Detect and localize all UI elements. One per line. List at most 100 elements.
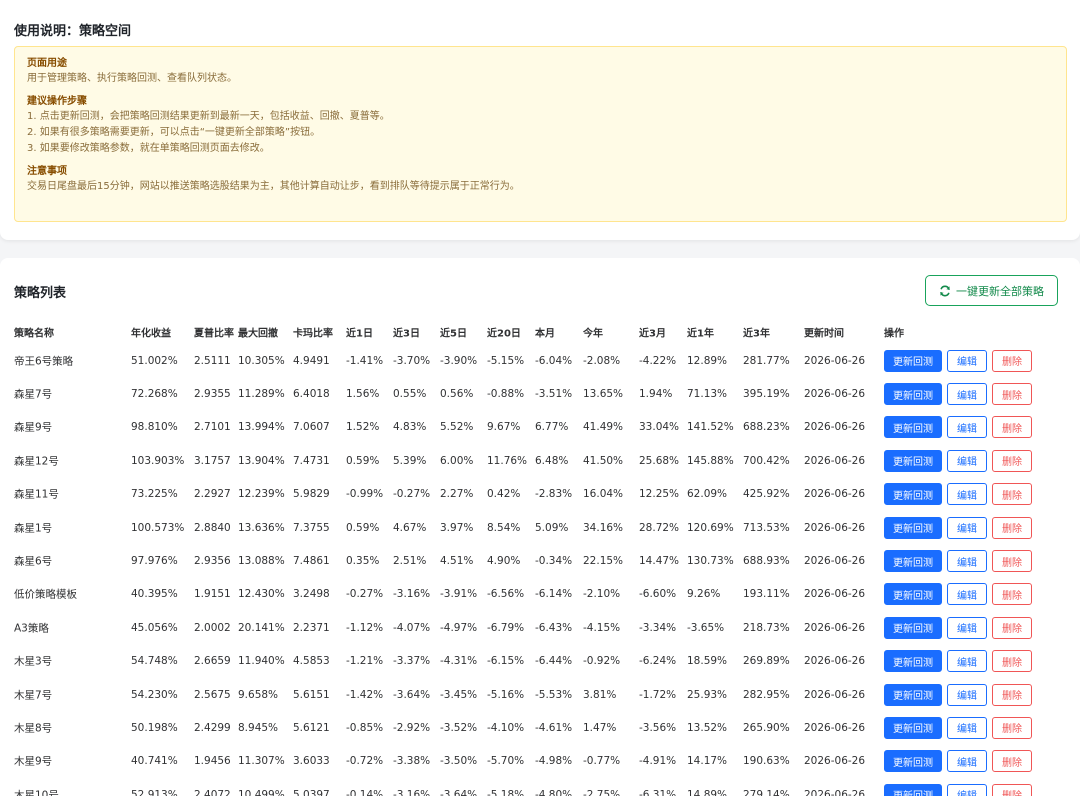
table-cell: 395.19%: [743, 388, 790, 401]
delete-button[interactable]: 删除: [992, 683, 1032, 706]
table-cell: 12.25%: [639, 488, 680, 501]
delete-button[interactable]: 删除: [992, 616, 1032, 639]
update-backtest-button[interactable]: 更新回测: [884, 516, 942, 539]
table-cell: 2.6659: [194, 655, 231, 668]
purpose-heading: 页面用途: [27, 58, 67, 69]
table-cell: 41.49%: [583, 421, 624, 434]
delete-button[interactable]: 删除: [992, 750, 1032, 773]
strategy-name: 森星6号: [14, 555, 53, 568]
table-cell: 279.14%: [743, 788, 790, 796]
update-backtest-button[interactable]: 更新回测: [884, 449, 942, 472]
edit-button[interactable]: 编辑: [947, 550, 987, 573]
table-cell: 10.305%: [238, 354, 285, 367]
edit-button[interactable]: 编辑: [947, 449, 987, 472]
update-backtest-button[interactable]: 更新回测: [884, 483, 942, 506]
column-header: 近3日: [393, 328, 420, 340]
update-backtest-button[interactable]: 更新回测: [884, 416, 942, 439]
update-backtest-button[interactable]: 更新回测: [884, 783, 942, 796]
table-cell: -5.70%: [487, 755, 525, 768]
update-backtest-button[interactable]: 更新回测: [884, 650, 942, 673]
edit-button[interactable]: 编辑: [947, 616, 987, 639]
edit-button[interactable]: 编辑: [947, 583, 987, 606]
update-backtest-button[interactable]: 更新回测: [884, 616, 942, 639]
table-cell: 6.48%: [535, 454, 569, 467]
table-cell: 20.141%: [238, 621, 285, 634]
table-cell: 265.90%: [743, 721, 790, 734]
table-cell: 3.1757: [194, 454, 231, 467]
delete-button[interactable]: 删除: [992, 550, 1032, 573]
delete-button[interactable]: 删除: [992, 716, 1032, 739]
table-cell: -6.56%: [487, 588, 525, 601]
table-cell: 97.976%: [131, 555, 178, 568]
table-cell: 12.430%: [238, 588, 285, 601]
edit-button[interactable]: 编辑: [947, 483, 987, 506]
table-cell: -0.77%: [583, 755, 621, 768]
delete-button[interactable]: 删除: [992, 483, 1032, 506]
table-cell: 13.636%: [238, 521, 285, 534]
edit-button[interactable]: 编辑: [947, 416, 987, 439]
table-cell: -0.27%: [393, 488, 431, 501]
edit-button[interactable]: 编辑: [947, 716, 987, 739]
table-cell: 4.9491: [293, 354, 330, 367]
table-cell: 1.9151: [194, 588, 231, 601]
table-cell: 12.89%: [687, 354, 728, 367]
strategy-name: 低价策略模板: [14, 588, 77, 601]
table-cell: 2.2371: [293, 621, 330, 634]
table-cell: 1.52%: [346, 421, 380, 434]
update-backtest-button[interactable]: 更新回测: [884, 550, 942, 573]
table-row: 森星12号 103.903% 3.1757 13.904% 7.4731 0.59% 5.3…: [14, 444, 1074, 477]
table-cell: 2026-06-26: [804, 454, 866, 467]
table-row: 木星10号 52.913% 2.4072 10.499% 5.0397 -0.14% -3.…: [14, 778, 1074, 796]
table-cell: 130.73%: [687, 555, 734, 568]
update-backtest-button[interactable]: 更新回测: [884, 349, 942, 372]
table-cell: -4.80%: [535, 788, 573, 796]
table-header: 策略名称 年化收益 夏普比率 最大回撤 卡玛比率 近1日 近3日 近5日 近20日 本月 今年 近3月…: [14, 320, 1074, 344]
table-cell: 2.51%: [393, 555, 427, 568]
table-cell: -3.90%: [440, 354, 478, 367]
edit-button[interactable]: 编辑: [947, 650, 987, 673]
update-backtest-button[interactable]: 更新回测: [884, 583, 942, 606]
edit-button[interactable]: 编辑: [947, 349, 987, 372]
table-cell: -3.45%: [440, 688, 478, 701]
delete-button[interactable]: 删除: [992, 383, 1032, 406]
delete-button[interactable]: 删除: [992, 583, 1032, 606]
table-cell: 2026-06-26: [804, 521, 866, 534]
update-backtest-button[interactable]: 更新回测: [884, 383, 942, 406]
edit-button[interactable]: 编辑: [947, 383, 987, 406]
column-header: 本月: [535, 328, 555, 340]
strategy-name: 森星11号: [14, 488, 59, 501]
edit-button[interactable]: 编辑: [947, 516, 987, 539]
table-cell: -6.60%: [639, 588, 677, 601]
step-item: 3. 如果要修改策略参数，就在单策略回测页面去修改。: [27, 143, 270, 154]
table-cell: 2026-06-26: [804, 421, 866, 434]
update-all-button[interactable]: 一键更新全部策略: [925, 275, 1058, 306]
edit-button[interactable]: 编辑: [947, 783, 987, 796]
table-cell: -3.34%: [639, 621, 677, 634]
table-cell: -3.91%: [440, 588, 478, 601]
delete-button[interactable]: 删除: [992, 416, 1032, 439]
table-cell: 7.4731: [293, 454, 330, 467]
column-header: 今年: [583, 328, 603, 340]
table-cell: 145.88%: [687, 454, 734, 467]
table-cell: 3.97%: [440, 521, 474, 534]
delete-button[interactable]: 删除: [992, 349, 1032, 372]
table-row: 帝王6号策略 51.002% 2.5111 10.305% 4.9491 -1.41% -3…: [14, 344, 1074, 377]
delete-button[interactable]: 删除: [992, 449, 1032, 472]
delete-button[interactable]: 删除: [992, 516, 1032, 539]
edit-button[interactable]: 编辑: [947, 683, 987, 706]
update-backtest-button[interactable]: 更新回测: [884, 716, 942, 739]
table-cell: -3.52%: [440, 721, 478, 734]
table-cell: -2.83%: [535, 488, 573, 501]
table-cell: 2026-06-26: [804, 555, 866, 568]
table-cell: -3.37%: [393, 655, 431, 668]
table-cell: 2.27%: [440, 488, 474, 501]
table-cell: 50.198%: [131, 721, 178, 734]
edit-button[interactable]: 编辑: [947, 750, 987, 773]
strategy-name: 森星12号: [14, 455, 59, 468]
update-backtest-button[interactable]: 更新回测: [884, 750, 942, 773]
table-cell: -4.15%: [583, 621, 621, 634]
table-cell: 13.65%: [583, 388, 624, 401]
delete-button[interactable]: 删除: [992, 650, 1032, 673]
update-backtest-button[interactable]: 更新回测: [884, 683, 942, 706]
delete-button[interactable]: 删除: [992, 783, 1032, 796]
